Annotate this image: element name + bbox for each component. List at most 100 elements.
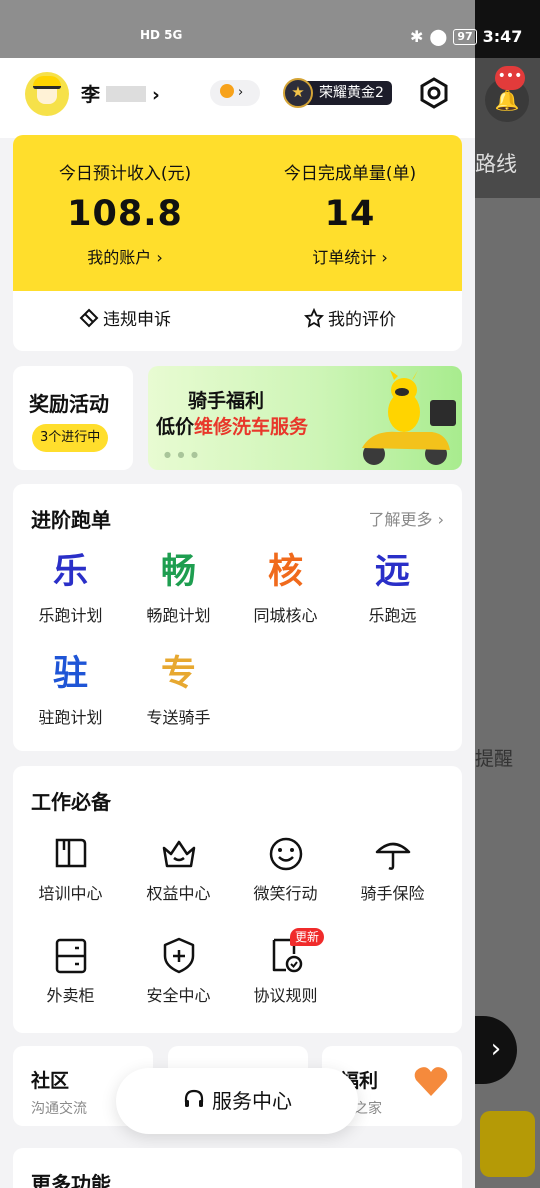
banner-pagination-dots: ● ● ● bbox=[164, 450, 201, 459]
work-item-label: 外卖柜 bbox=[46, 986, 95, 1005]
reward-count-badge: 3个进行中 bbox=[32, 424, 109, 452]
advanced-run-label: 乐跑远 bbox=[368, 606, 417, 625]
network-indicator: HD 5G bbox=[140, 28, 183, 42]
settings-icon[interactable] bbox=[418, 77, 450, 109]
promo-banner[interactable]: 骑手福利 低价维修洗车服务 ● ● ● bbox=[148, 366, 462, 470]
work-item-label: 权益中心 bbox=[146, 884, 211, 903]
orders-today[interactable]: 今日完成单量(单) 14 订单统计 › bbox=[238, 159, 462, 268]
avatar[interactable] bbox=[25, 72, 69, 116]
user-name-text: 李 bbox=[81, 84, 101, 106]
advanced-runs-title: 进阶跑单 bbox=[31, 508, 111, 532]
background-yellow-button bbox=[480, 1111, 535, 1177]
bluetooth-icon: ✱ bbox=[410, 27, 424, 46]
advanced-run-label: 驻跑计划 bbox=[38, 708, 103, 727]
order-stats-label: 订单统计 bbox=[312, 248, 377, 267]
status-bar: HD 5G ✱ ⬤ 97 3:47 bbox=[0, 0, 540, 58]
chevron-right-icon: › bbox=[238, 85, 244, 100]
book-icon bbox=[55, 838, 86, 868]
income-card: 今日预计收入(元) 108.8 我的账户 › 今日完成单量(单) 14 订单统计… bbox=[13, 135, 462, 351]
more-functions-title: 更多功能 bbox=[31, 1172, 111, 1188]
work-item[interactable]: 微笑行动 bbox=[232, 830, 339, 904]
umbrella-icon bbox=[375, 842, 410, 870]
banner-prefix: 低价 bbox=[156, 416, 195, 438]
avatar-helmet bbox=[33, 76, 61, 89]
learn-more-link[interactable]: 了解更多 › bbox=[368, 506, 444, 530]
locker-icon bbox=[55, 938, 86, 974]
location-icon: ⬤ bbox=[429, 27, 448, 46]
advanced-runs-card: 进阶跑单 了解更多 › 乐乐跑计划畅畅跑计划核同城核心远乐跑远驻驻跑计划专专送骑… bbox=[13, 484, 462, 751]
community-subtitle: 沟通交流 bbox=[31, 1101, 87, 1117]
learn-more-label: 了解更多 bbox=[368, 510, 433, 529]
violation-appeal-button[interactable]: 违规申诉 bbox=[13, 305, 237, 330]
chevron-right-icon: › bbox=[381, 248, 388, 267]
advanced-run-item[interactable]: 畅畅跑计划 bbox=[125, 548, 232, 626]
order-stats-link[interactable]: 订单统计 › bbox=[238, 244, 462, 268]
background-remind-text: 提醒 bbox=[475, 748, 514, 770]
chevron-right-icon: › bbox=[152, 84, 160, 106]
my-reviews-label: 我的评价 bbox=[328, 310, 396, 330]
crown-icon bbox=[162, 840, 195, 868]
chevron-right-icon: › bbox=[437, 510, 444, 529]
advanced-run-label: 畅跑计划 bbox=[146, 606, 211, 625]
rank-label: 荣耀黄金2 bbox=[307, 81, 392, 105]
advanced-run-item[interactable]: 乐乐跑计划 bbox=[17, 548, 124, 626]
orders-title: 今日完成单量(单) bbox=[283, 164, 417, 184]
work-item[interactable]: 权益中心 bbox=[125, 830, 232, 904]
star-outline-icon bbox=[304, 308, 324, 328]
work-item[interactable]: 骑手保险 bbox=[339, 830, 446, 904]
work-essentials-title: 工作必备 bbox=[31, 790, 111, 814]
coin-icon bbox=[220, 84, 234, 98]
service-center-label: 服务中心 bbox=[212, 1089, 292, 1113]
work-item[interactable]: 外卖柜 bbox=[17, 932, 124, 1006]
chevron-right-icon: › bbox=[475, 1016, 517, 1084]
background-page: 🔔 ••• 路线 提醒 › bbox=[475, 58, 540, 1188]
headset-icon bbox=[184, 1089, 204, 1107]
service-center-button[interactable]: 服务中心 bbox=[116, 1068, 358, 1134]
battery-indicator: 97 bbox=[453, 28, 477, 45]
banner-highlight: 维修洗车服务 bbox=[194, 416, 309, 438]
advanced-run-item[interactable]: 驻驻跑计划 bbox=[17, 650, 124, 728]
income-today[interactable]: 今日预计收入(元) 108.8 我的账户 › bbox=[13, 159, 237, 268]
advanced-run-label: 专送骑手 bbox=[146, 708, 211, 727]
system-icons: ✱ ⬤ 97 3:47 bbox=[410, 27, 522, 46]
violation-appeal-label: 违规申诉 bbox=[103, 310, 171, 330]
program-glyph-icon: 驻 bbox=[52, 654, 88, 694]
work-item-label: 协议规则 bbox=[253, 986, 318, 1005]
my-account-link[interactable]: 我的账户 › bbox=[13, 244, 237, 268]
advanced-run-item[interactable]: 核同城核心 bbox=[232, 548, 339, 626]
program-glyph-icon: 乐 bbox=[52, 552, 88, 592]
chevron-right-icon: › bbox=[156, 248, 163, 267]
work-item[interactable]: 协议规则 更新 bbox=[232, 928, 339, 1006]
advanced-run-label: 乐跑计划 bbox=[38, 606, 103, 625]
side-drawer: 李 › › 荣耀黄金2 ★ 今日预计收入(元) 108.8 我的账户 › 今日完成… bbox=[0, 58, 475, 1188]
heart-icon bbox=[414, 1067, 448, 1096]
appeal-icon bbox=[79, 308, 99, 328]
work-item-label: 骑手保险 bbox=[360, 884, 425, 903]
reward-title: 奖励活动 bbox=[29, 392, 109, 416]
reward-activities-card[interactable]: 奖励活动 3个进行中 bbox=[13, 366, 133, 470]
update-badge: 更新 bbox=[290, 928, 325, 946]
advanced-run-item[interactable]: 远乐跑远 bbox=[339, 548, 446, 626]
shield-icon bbox=[163, 937, 194, 974]
coin-pill[interactable]: › bbox=[210, 80, 260, 106]
work-item-label: 培训中心 bbox=[38, 884, 103, 903]
program-glyph-icon: 远 bbox=[374, 552, 410, 592]
name-redaction bbox=[106, 86, 147, 102]
advanced-run-label: 同城核心 bbox=[253, 606, 318, 625]
clock: 3:47 bbox=[482, 27, 523, 46]
star-icon: ★ bbox=[283, 78, 313, 108]
notification-dots-icon: ••• bbox=[495, 66, 525, 90]
user-name[interactable]: 李 › bbox=[81, 80, 160, 107]
work-essentials-card: 工作必备 培训中心 权益中心 微笑行动 骑手保险外卖柜 安全中心 协议规则 更新 bbox=[13, 766, 462, 1033]
banner-line1: 骑手福利 bbox=[188, 390, 265, 412]
work-item[interactable]: 安全中心 bbox=[125, 932, 232, 1006]
background-route-text: 路线 bbox=[475, 152, 517, 176]
program-glyph-icon: 专 bbox=[160, 654, 196, 694]
income-title: 今日预计收入(元) bbox=[58, 164, 192, 184]
my-reviews-button[interactable]: 我的评价 bbox=[238, 305, 462, 330]
advanced-run-item[interactable]: 专专送骑手 bbox=[125, 650, 232, 728]
income-value: 108.8 bbox=[67, 194, 183, 234]
work-item[interactable]: 培训中心 bbox=[17, 830, 124, 904]
work-item-label: 微笑行动 bbox=[253, 884, 318, 903]
work-item-label: 安全中心 bbox=[146, 986, 211, 1005]
